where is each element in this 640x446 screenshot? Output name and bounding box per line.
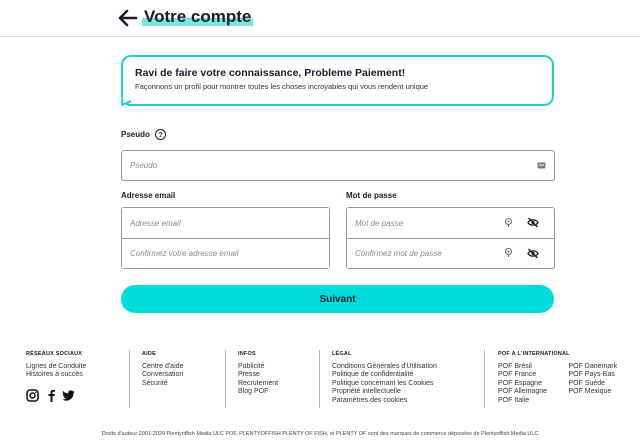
footer-link-help-center[interactable]: Centre d'aide	[142, 363, 183, 371]
footer-link-pof-country[interactable]: POF France	[498, 371, 564, 379]
pseudo-label: Pseudo	[121, 130, 150, 139]
footer-link-advertising[interactable]: Publicité	[238, 363, 278, 371]
app-header: Votre compte	[0, 0, 640, 37]
help-icon[interactable]: ?	[155, 129, 166, 140]
footer-link-blog[interactable]: Blog POF	[238, 388, 278, 396]
autofill-card-icon[interactable]	[537, 161, 546, 170]
password-confirm-input[interactable]	[347, 239, 497, 268]
footer-info-column: INFOS Publicité Presse Recrutement Blog …	[238, 351, 278, 397]
footer-link-pof-country[interactable]: POF Mexique	[568, 388, 617, 396]
twitter-icon[interactable]	[62, 389, 75, 402]
footer-international-list-1: POF Brésil POF France POF Espagne POF Al…	[498, 363, 564, 405]
welcome-bubble: Ravi de faire votre connaissance, Proble…	[121, 55, 554, 106]
footer-link-safety[interactable]: Sécurité	[142, 380, 183, 388]
copyright-text: Droits d'auteur 2001-2020 Plentyoffish M…	[101, 431, 539, 437]
footer-international-list-2: POF Danemark POF Pays-Bas POF Suède POF …	[568, 363, 617, 397]
email-label: Adresse email	[121, 191, 176, 200]
footer-international-column: POF À L'INTERNATIONAL POF Brésil POF Fra…	[498, 351, 617, 405]
password-input[interactable]	[347, 208, 497, 238]
footer-international-title: POF À L'INTERNATIONAL	[498, 351, 570, 357]
welcome-title: Ravi de faire votre connaissance, Proble…	[135, 67, 406, 79]
footer-link-success-stories[interactable]: Histoires à succès	[26, 371, 86, 379]
email-confirm-input[interactable]	[122, 239, 329, 268]
footer-link-ip[interactable]: Propriété intellectuelle	[332, 388, 437, 396]
eye-off-confirm-icon[interactable]	[527, 248, 539, 259]
footer-legal-title: LÉGAL	[332, 351, 352, 357]
password-group	[346, 207, 555, 269]
footer-link-conversation[interactable]: Conversation	[142, 371, 183, 379]
email-group	[121, 207, 330, 269]
footer-divider	[319, 350, 320, 408]
bubble-tail	[121, 95, 132, 106]
footer-link-guidelines[interactable]: Lignes de Conduite	[26, 363, 86, 371]
footer-link-cookie-settings[interactable]: Paramètres des cookies	[332, 397, 437, 405]
password-confirm-key-icon[interactable]	[504, 248, 513, 257]
footer-divider	[484, 350, 485, 408]
footer-divider	[225, 350, 226, 408]
email-input[interactable]	[122, 208, 329, 238]
footer-link-pof-country[interactable]: POF Pays-Bas	[568, 371, 617, 379]
footer-link-cookies-policy[interactable]: Politique concernant les Cookies	[332, 380, 437, 388]
footer-link-pof-country[interactable]: POF Brésil	[498, 363, 564, 371]
footer-legal-column: LÉGAL Conditions Générales d'Utilisation…	[332, 351, 437, 405]
footer-link-privacy[interactable]: Politique de confidentialité	[332, 371, 437, 379]
facebook-icon[interactable]	[45, 389, 58, 402]
password-label: Mot de passe	[346, 191, 397, 200]
footer-link-pof-country[interactable]: POF Suède	[568, 380, 617, 388]
welcome-subtitle: Façonnons un profil pour montrer toutes …	[135, 82, 429, 91]
footer-divider	[129, 350, 130, 408]
footer-social-title: RÉSEAUX SOCIAUX	[26, 351, 83, 357]
footer-help-column: AIDE Centre d'aide Conversation Sécurité	[142, 351, 183, 388]
pseudo-input[interactable]	[121, 150, 555, 181]
footer-help-title: AIDE	[142, 351, 156, 357]
footer-link-careers[interactable]: Recrutement	[238, 380, 278, 388]
password-key-icon[interactable]	[504, 218, 513, 227]
next-button[interactable]: Suivant	[121, 285, 554, 313]
arrow-left-icon[interactable]	[118, 8, 138, 28]
footer-link-press[interactable]: Presse	[238, 371, 278, 379]
footer-link-pof-country[interactable]: POF Danemark	[568, 363, 617, 371]
footer-link-pof-country[interactable]: POF Italie	[498, 397, 564, 405]
page-title: Votre compte	[142, 6, 254, 28]
eye-off-icon[interactable]	[527, 217, 539, 228]
instagram-icon[interactable]	[26, 389, 39, 402]
footer-social-column: RÉSEAUX SOCIAUX Lignes de Conduite Histo…	[26, 351, 86, 380]
footer-link-pof-country[interactable]: POF Allemagne	[498, 388, 564, 396]
footer-link-pof-country[interactable]: POF Espagne	[498, 380, 564, 388]
footer-link-terms[interactable]: Conditions Générales d'Utilisation	[332, 363, 437, 371]
footer-info-title: INFOS	[238, 351, 256, 357]
